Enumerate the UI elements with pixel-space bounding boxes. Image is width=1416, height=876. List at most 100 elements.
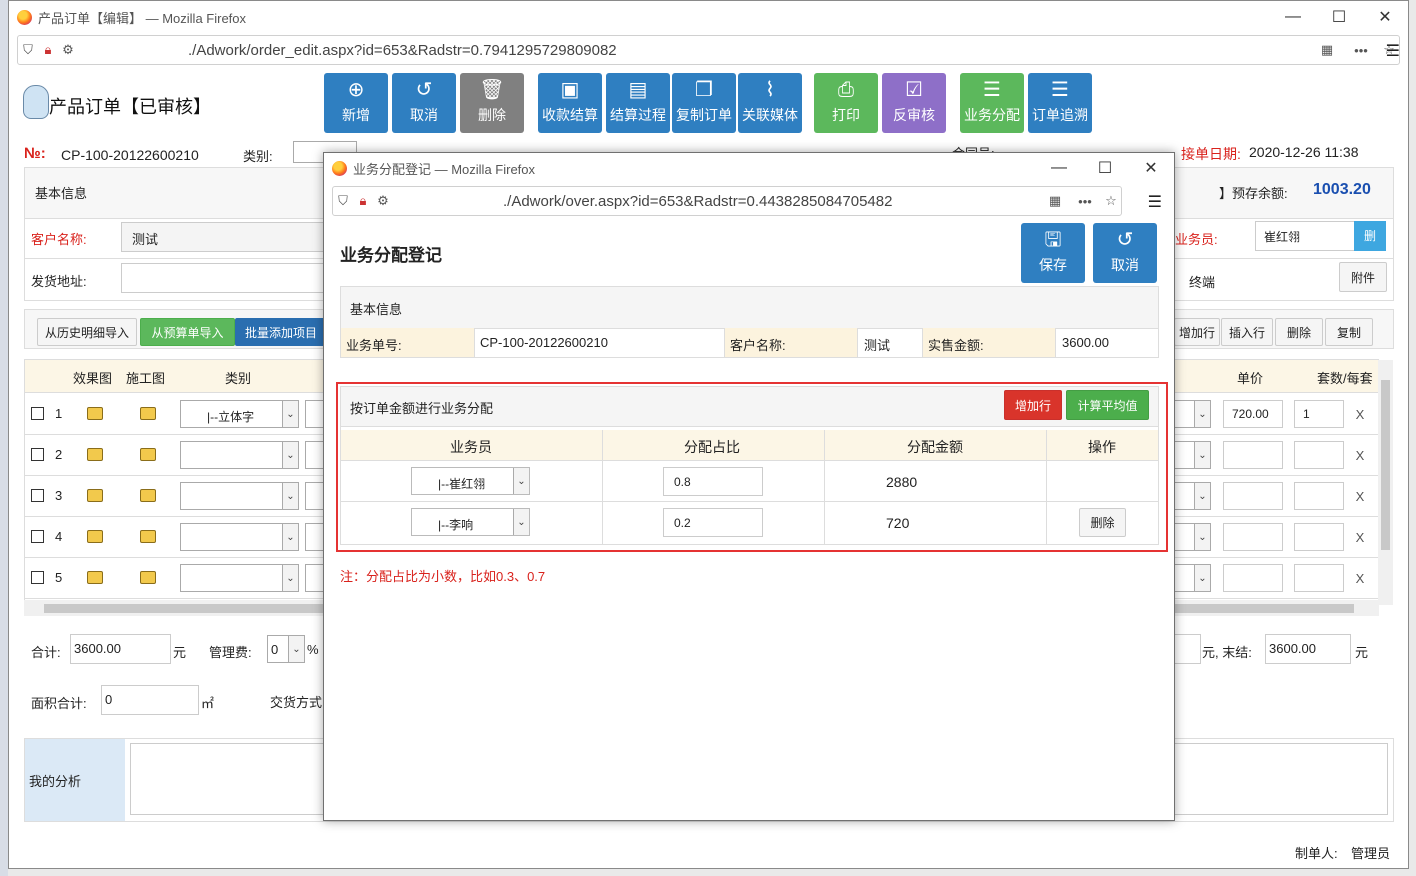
more-actions-icon[interactable]: ••• [1351,43,1371,58]
alloc-delete-button[interactable]: 删除 [1079,508,1126,537]
toolbar-button-4[interactable]: ▤ 结算过程 [606,73,670,133]
maximize-button[interactable]: ☐ [1316,1,1362,33]
effect-image-icon[interactable] [87,530,103,543]
row-right-select[interactable]: ⌄ [1169,482,1211,510]
construction-image-icon[interactable] [140,571,156,584]
popup-url-bar[interactable]: ⛉ 🔒︎ ⚙ ./Adwork/over.aspx?id=653&Radstr=… [332,186,1122,216]
popup-menu-icon[interactable]: ☰ [1148,192,1162,212]
row-sets-input[interactable] [1294,523,1344,551]
customer-value: 测试 [132,232,159,247]
popup-minimize-button[interactable]: — [1036,153,1082,183]
row-checkbox[interactable] [31,407,44,420]
insert-row-button[interactable]: 插入行 [1221,318,1273,346]
area-total-input[interactable]: 0 [101,685,199,715]
row-right-select[interactable]: ⌄ [1169,441,1211,469]
popup-cancel-button[interactable]: ↺ 取消 [1093,223,1157,283]
toolbar-button-7[interactable]: ⎙ 打印 [814,73,878,133]
toolbar-button-3[interactable]: ▣ 收款结算 [538,73,602,133]
row-price-input[interactable] [1223,482,1283,510]
prepay-label: 】预存余额: [1219,186,1288,201]
row-next-select[interactable] [305,564,325,592]
row-sets-input[interactable] [1294,441,1344,469]
row-remove-button[interactable]: X [1347,483,1373,509]
row-next-select[interactable] [305,400,325,428]
batch-add-button[interactable]: 批量添加项目 [235,318,327,346]
row-checkbox[interactable] [31,448,44,461]
calc-average-button[interactable]: 计算平均值 [1066,390,1149,420]
toolbar-button-2[interactable]: 🗑︎ 删除 [460,73,524,133]
budget-import-button[interactable]: 从预算单导入 [140,318,235,346]
main-url-bar[interactable]: ⛉ 🔒︎ ⚙ ./Adwork/order_edit.aspx?id=653&R… [17,35,1400,65]
menu-icon[interactable]: ☰ [1386,41,1400,61]
chevron-down-icon: ⌄ [1194,565,1210,591]
row-category-select[interactable]: ⌄ [180,523,299,551]
row-right-select[interactable]: ⌄ [1169,400,1211,428]
row-next-select[interactable] [305,523,325,551]
toolbar-button-8[interactable]: ☑ 反审核 [882,73,946,133]
row-sets-input[interactable] [1294,482,1344,510]
popup-close-button[interactable]: ✕ [1128,153,1174,183]
row-category-select[interactable]: ⌄ [180,441,299,469]
row-next-select[interactable] [305,441,325,469]
alloc-ratio-input[interactable]: 0.2 [663,508,763,537]
more-actions-icon[interactable]: ••• [1075,194,1095,209]
bookmark-star-icon[interactable]: ☆ [1101,193,1121,209]
end-balance-input[interactable]: 3600.00 [1265,634,1351,664]
history-import-button[interactable]: 从历史明细导入 [37,318,137,346]
popup-save-button[interactable]: 🖫︎ 保存 [1021,223,1085,283]
row-remove-button[interactable]: X [1347,524,1373,550]
popup-maximize-button[interactable]: ☐ [1082,153,1128,183]
close-button[interactable]: ✕ [1362,1,1408,33]
row-checkbox[interactable] [31,489,44,502]
customer-input[interactable]: 测试 [121,222,341,252]
alloc-person-select[interactable]: |--崔红翎 ⌄ [411,467,530,495]
toolbar-button-5[interactable]: ❐ 复制订单 [672,73,736,133]
add-row-button[interactable]: 增加行 [1174,318,1220,346]
row-category-select[interactable]: ⌄ [180,482,299,510]
row-sets-input[interactable] [1294,564,1344,592]
toolbar-button-10[interactable]: ☰ 订单追溯 [1028,73,1092,133]
salesman-input[interactable]: 崔红翎 [1255,221,1355,251]
effect-image-icon[interactable] [87,448,103,461]
toolbar-button-1[interactable]: ↺ 取消 [392,73,456,133]
total-input[interactable]: 3600.00 [70,634,171,664]
row-category-select[interactable]: |--立体字 ⌄ [180,400,299,428]
row-price-input[interactable] [1223,441,1283,469]
attachment-button[interactable]: 附件 [1339,262,1387,292]
row-category-select[interactable]: ⌄ [180,564,299,592]
delete-row-button[interactable]: 删除 [1275,318,1323,346]
alloc-person-select[interactable]: |--李响 ⌄ [411,508,530,536]
row-remove-button[interactable]: X [1347,565,1373,591]
copy-row-button[interactable]: 复制 [1325,318,1373,346]
effect-image-icon[interactable] [87,571,103,584]
row-checkbox[interactable] [31,571,44,584]
row-remove-button[interactable]: X [1347,401,1373,427]
effect-image-icon[interactable] [87,489,103,502]
row-price-input[interactable] [1223,523,1283,551]
construction-image-icon[interactable] [140,407,156,420]
qr-code-icon[interactable]: ▦ [1045,193,1065,209]
salesman-delete-button[interactable]: 删 [1354,221,1386,251]
address-input[interactable] [121,263,331,293]
effect-image-icon[interactable] [87,407,103,420]
allocation-add-row-button[interactable]: 增加行 [1004,390,1062,420]
grid-v-scrollbar[interactable] [1378,360,1393,605]
toolbar-button-9[interactable]: ☰ 业务分配 [960,73,1024,133]
construction-image-icon[interactable] [140,448,156,461]
alloc-ratio-input[interactable]: 0.8 [663,467,763,496]
row-right-select[interactable]: ⌄ [1169,564,1211,592]
qr-code-icon[interactable]: ▦ [1317,42,1337,58]
row-price-input[interactable]: 720.00 [1223,400,1283,428]
construction-image-icon[interactable] [140,530,156,543]
minimize-button[interactable]: — [1270,1,1316,33]
toolbar-button-6[interactable]: ⌇ 关联媒体 [738,73,802,133]
row-checkbox[interactable] [31,530,44,543]
row-right-select[interactable]: ⌄ [1169,523,1211,551]
row-price-input[interactable] [1223,564,1283,592]
mgmt-fee-select[interactable]: 0 ⌄ [267,635,305,663]
row-remove-button[interactable]: X [1347,442,1373,468]
construction-image-icon[interactable] [140,489,156,502]
row-sets-input[interactable]: 1 [1294,400,1344,428]
toolbar-button-0[interactable]: ⊕ 新增 [324,73,388,133]
row-next-select[interactable] [305,482,325,510]
